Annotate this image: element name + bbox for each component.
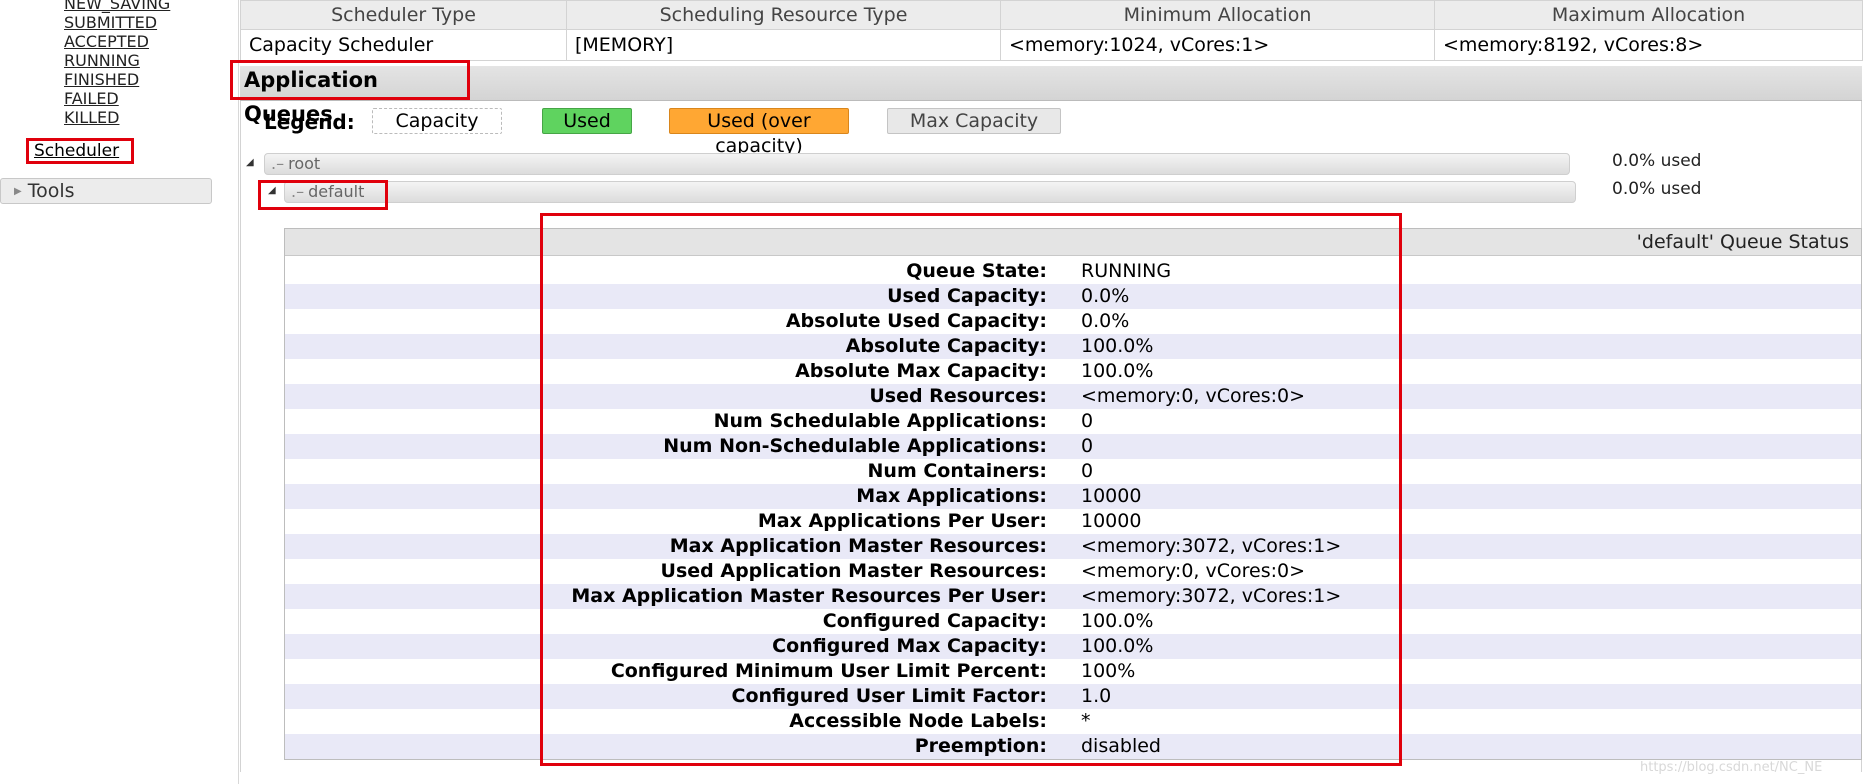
application-queues-title: Application Queues bbox=[230, 60, 470, 126]
queue-name-root: root bbox=[288, 154, 321, 173]
column-header: Maximum Allocation bbox=[1434, 0, 1863, 30]
nav-divider bbox=[238, 0, 239, 784]
legend-label: Legend: bbox=[264, 110, 355, 134]
nav-link-killed[interactable]: KILLED bbox=[64, 108, 119, 127]
column-header: Minimum Allocation bbox=[1000, 0, 1435, 30]
expand-triangle-icon: ▶ bbox=[14, 186, 22, 197]
queue-status-highlight-box bbox=[540, 213, 1402, 766]
application-queues-header bbox=[240, 66, 1862, 101]
scheduler-type-cell: Capacity Scheduler bbox=[240, 29, 567, 61]
min-allocation-cell: <memory:1024, vCores:1> bbox=[1000, 29, 1435, 61]
queue-dash-icon: .– bbox=[271, 154, 285, 173]
queue-bar-default[interactable]: .– default bbox=[284, 181, 1576, 203]
nav-link-finished[interactable]: FINISHED bbox=[64, 70, 139, 89]
scheduler-info-table: Scheduler Type Scheduling Resource Type … bbox=[240, 0, 1863, 61]
legend-used: Used bbox=[542, 108, 632, 134]
legend: Legend: Capacity Used Used (over capacit… bbox=[264, 108, 1164, 157]
nav-link-scheduler[interactable]: Scheduler bbox=[26, 138, 134, 164]
watermark: https://blog.csdn.net/NC_NE bbox=[1640, 760, 1823, 775]
nav-link-accepted[interactable]: ACCEPTED bbox=[64, 32, 149, 51]
max-allocation-cell: <memory:8192, vCores:8> bbox=[1434, 29, 1863, 61]
legend-max-capacity: Max Capacity bbox=[887, 108, 1061, 134]
queue-bar-root[interactable]: .– root bbox=[264, 153, 1570, 175]
left-navigation: NEW_SAVING SUBMITTED ACCEPTED RUNNING FI… bbox=[0, 0, 212, 784]
legend-used-over-capacity: Used (over capacity) bbox=[669, 108, 849, 157]
column-header: Scheduling Resource Type bbox=[566, 0, 1001, 30]
root-used-percent: 0.0% used bbox=[1612, 151, 1702, 171]
nav-link-running[interactable]: RUNNING bbox=[64, 51, 140, 70]
queue-status-title: 'default' Queue Status bbox=[1636, 231, 1849, 253]
nav-link-submitted[interactable]: SUBMITTED bbox=[64, 13, 157, 32]
nav-link-new-saving[interactable]: NEW_SAVING bbox=[64, 0, 170, 13]
default-used-percent: 0.0% used bbox=[1612, 179, 1702, 199]
resource-type-cell: [MEMORY] bbox=[566, 29, 1001, 61]
column-header: Scheduler Type bbox=[240, 0, 567, 30]
scheduler-label: Scheduler bbox=[34, 141, 120, 161]
tools-label: Tools bbox=[27, 180, 75, 202]
legend-capacity: Capacity bbox=[372, 108, 502, 134]
table-row: Capacity Scheduler [MEMORY] <memory:1024… bbox=[240, 29, 1863, 61]
default-queue-highlight-box bbox=[258, 180, 388, 210]
nav-link-failed[interactable]: FAILED bbox=[64, 89, 119, 108]
table-header-row: Scheduler Type Scheduling Resource Type … bbox=[240, 0, 1863, 30]
collapse-triangle-icon[interactable]: ◢ bbox=[246, 157, 254, 168]
tools-section-header[interactable]: ▶ Tools bbox=[0, 178, 212, 204]
